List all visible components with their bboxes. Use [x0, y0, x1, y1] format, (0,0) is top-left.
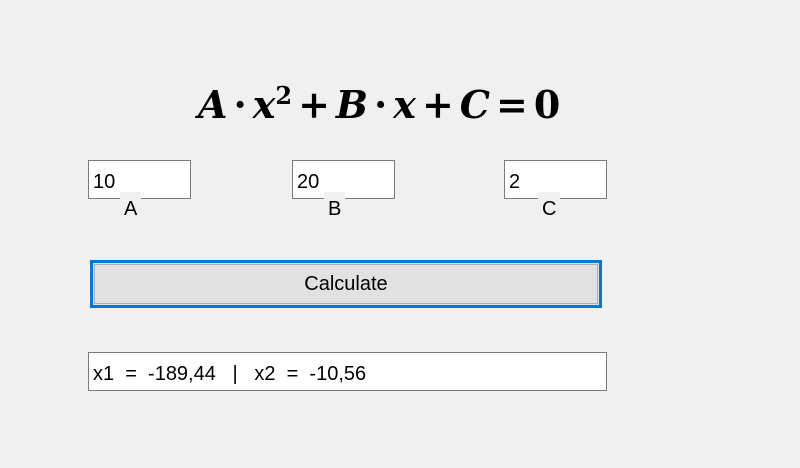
- calculate-button-focus-rect: [94, 264, 598, 304]
- coefficient-a-label: A: [120, 192, 142, 220]
- formula-coef-a: A: [198, 82, 228, 127]
- quadratic-equation-formula: A · x2 + B · x + C = 0: [198, 80, 602, 130]
- formula-equals: =: [496, 82, 528, 127]
- app-window: A·x2+B·x+C=0 A B C Calculate: [0, 0, 800, 468]
- coefficient-c-label: C: [538, 192, 561, 220]
- formula-x: x: [393, 82, 416, 127]
- formula-dot-2: ·: [374, 82, 388, 127]
- formula-zero: 0: [533, 82, 561, 127]
- formula-dot-1: ·: [233, 82, 247, 127]
- coefficient-b-label: B: [324, 192, 346, 220]
- formula-plus-1: +: [298, 82, 330, 127]
- formula-coef-c: C: [459, 82, 491, 127]
- result-field[interactable]: [88, 352, 607, 391]
- formula-exponent: 2: [275, 81, 293, 110]
- formula-coef-b: B: [335, 82, 369, 127]
- formula-plus-2: +: [421, 82, 454, 127]
- calculate-button[interactable]: Calculate: [90, 260, 602, 308]
- formula-x-squared: x: [252, 82, 276, 127]
